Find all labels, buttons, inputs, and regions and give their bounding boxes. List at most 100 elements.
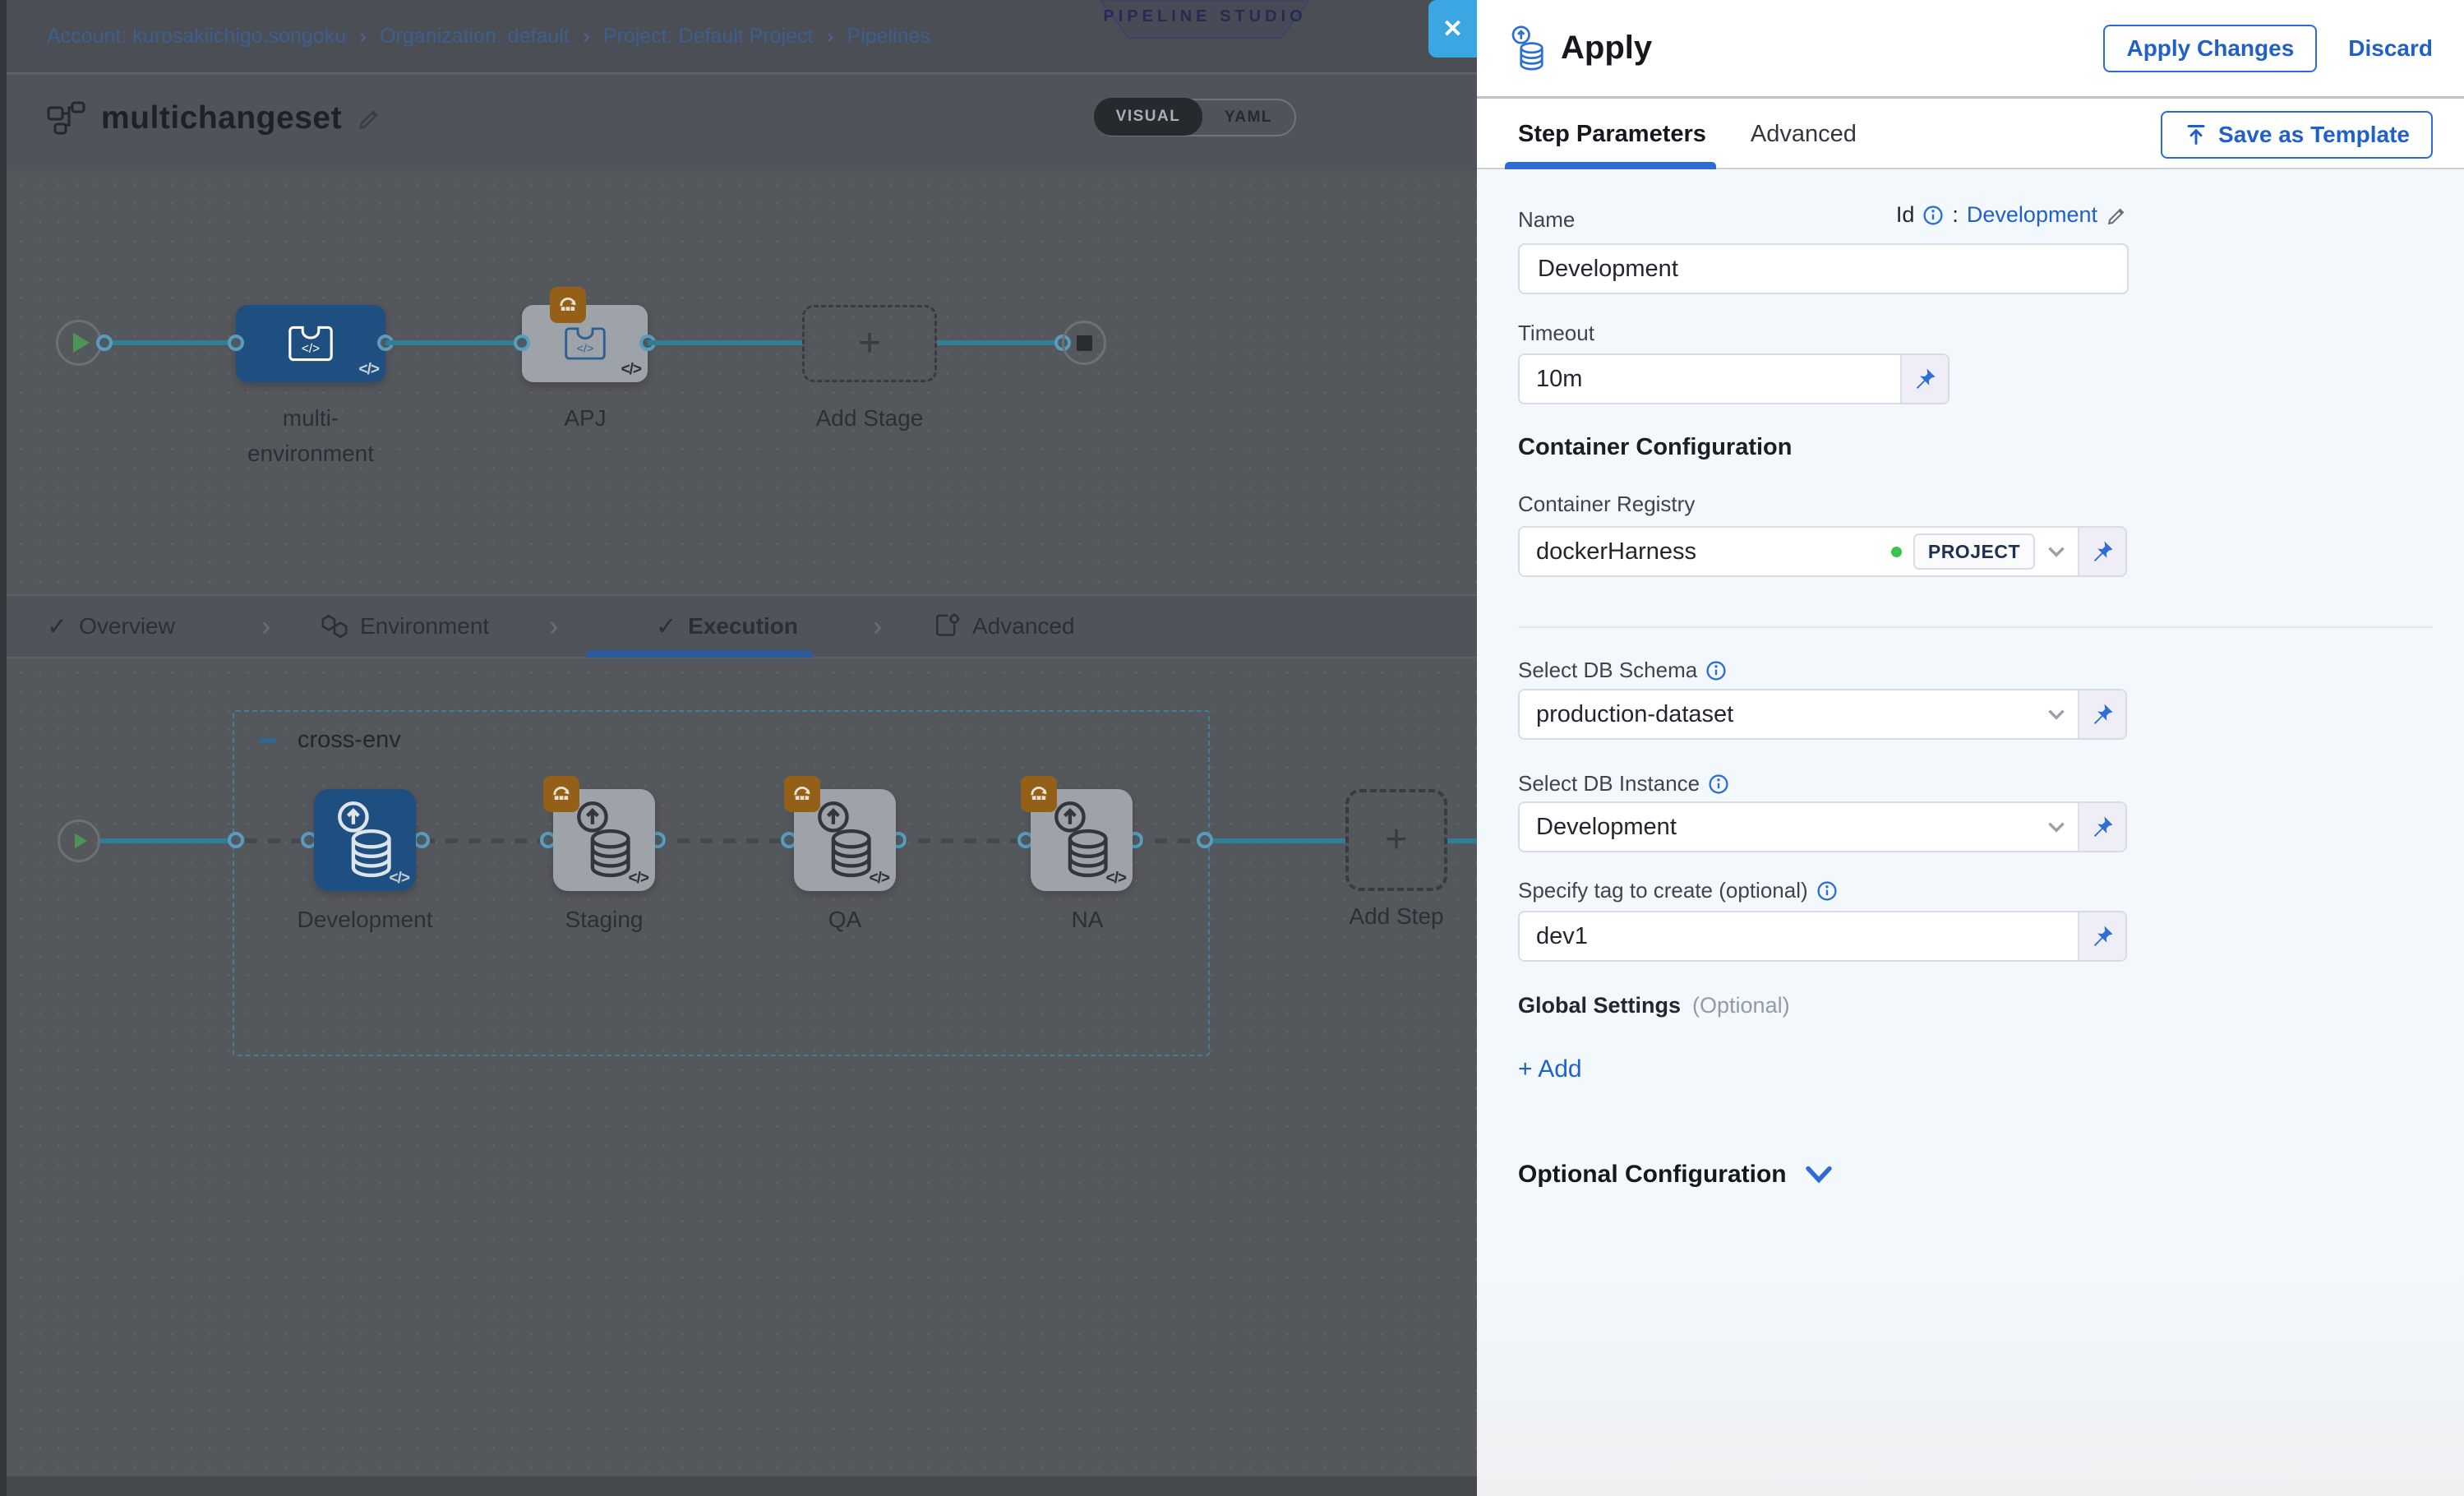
step-card-na[interactable]: </> bbox=[1031, 789, 1133, 891]
db-schema-chevron[interactable] bbox=[2035, 690, 2078, 738]
info-icon[interactable] bbox=[1922, 205, 1944, 226]
code-glyph: </> bbox=[1106, 870, 1126, 888]
connector-dashed bbox=[422, 838, 552, 843]
check-icon: ✓ bbox=[656, 612, 676, 641]
container-registry-label: Container Registry bbox=[1518, 492, 1695, 517]
stage-label: multi-environment bbox=[228, 400, 393, 472]
registry-chevron[interactable] bbox=[2035, 528, 2078, 575]
db-schema-value[interactable]: production-dataset bbox=[1520, 690, 2035, 738]
info-icon[interactable] bbox=[1705, 660, 1727, 681]
add-step-button[interactable]: + bbox=[1345, 789, 1447, 891]
breadcrumb-separator: › bbox=[359, 24, 367, 49]
connector bbox=[100, 838, 237, 843]
breadcrumb-pipelines[interactable]: Pipelines bbox=[847, 25, 930, 48]
rolling-deploy-badge-icon bbox=[550, 287, 586, 323]
info-icon[interactable] bbox=[1816, 880, 1838, 902]
pushpin-icon bbox=[2090, 702, 2115, 727]
step-card-staging[interactable]: </> bbox=[553, 789, 655, 891]
discard-button[interactable]: Discard bbox=[2348, 35, 2433, 62]
upload-icon bbox=[2184, 122, 2208, 147]
code-glyph: </> bbox=[870, 870, 889, 888]
timeout-pin-button[interactable] bbox=[1900, 355, 1948, 403]
collapse-icon[interactable] bbox=[259, 738, 276, 743]
step-label: Staging bbox=[489, 902, 719, 937]
tab-execution[interactable]: ✓Execution bbox=[656, 596, 798, 657]
tab-overview[interactable]: ✓Overview bbox=[47, 596, 175, 657]
execution-canvas[interactable]: cross-env bbox=[7, 658, 1477, 1476]
stage-canvas[interactable]: </> </> multi-environment </> </> bbox=[7, 170, 1477, 594]
db-schema-pin-button[interactable] bbox=[2078, 690, 2125, 738]
id-value[interactable]: Development bbox=[1967, 202, 2097, 228]
stage-card-apj[interactable]: </> </> bbox=[522, 305, 648, 382]
timeout-field: 10m bbox=[1518, 353, 1950, 404]
tab-environment[interactable]: Environment bbox=[321, 596, 489, 657]
tag-input[interactable]: dev1 bbox=[1520, 912, 2078, 960]
db-schema-label: Select DB Schema bbox=[1518, 658, 1727, 683]
connector bbox=[1210, 838, 1345, 843]
canvas-horizontal-scrollbar[interactable] bbox=[0, 1476, 1477, 1496]
step-id-row: Id : Development bbox=[1822, 202, 2129, 228]
name-input[interactable] bbox=[1518, 243, 2129, 294]
step-card-qa[interactable]: </> bbox=[794, 789, 896, 891]
add-stage-label: Add Stage bbox=[787, 400, 952, 436]
add-stage-button[interactable]: + bbox=[802, 305, 937, 382]
apply-step-icon bbox=[331, 800, 399, 880]
play-icon bbox=[75, 833, 87, 848]
db-instance-select: Development bbox=[1518, 801, 2127, 852]
drawer-tabs: Step Parameters Advanced Save as Templat… bbox=[1477, 101, 2464, 169]
active-tab-underline bbox=[1505, 162, 1716, 169]
connector-dot bbox=[228, 335, 244, 351]
visual-yaml-toggle[interactable]: VISUAL YAML bbox=[1094, 99, 1296, 136]
db-instance-label: Select DB Instance bbox=[1518, 771, 1729, 796]
db-instance-value[interactable]: Development bbox=[1520, 803, 2035, 851]
breadcrumb-project[interactable]: Project: Default Project bbox=[603, 25, 814, 48]
rollback-badge-icon bbox=[784, 776, 820, 812]
db-instance-pin-button[interactable] bbox=[2078, 803, 2125, 851]
container-configuration-heading: Container Configuration bbox=[1518, 434, 1792, 461]
container-registry-input[interactable]: dockerHarness bbox=[1520, 528, 1891, 575]
breadcrumb-account[interactable]: Account: kurosakiichigo.songoku bbox=[47, 25, 346, 48]
connector-dot bbox=[1197, 832, 1213, 848]
tab-step-parameters[interactable]: Step Parameters bbox=[1518, 121, 1706, 148]
code-glyph: </> bbox=[621, 361, 641, 379]
svg-text:</>: </> bbox=[576, 342, 593, 355]
connector-dot bbox=[228, 832, 244, 848]
db-schema-select: production-dataset bbox=[1518, 689, 2127, 740]
timeout-input[interactable]: 10m bbox=[1520, 355, 1900, 403]
close-drawer-button[interactable]: ✕ bbox=[1428, 0, 1477, 58]
left-edge-strip bbox=[0, 0, 7, 1496]
db-instance-chevron[interactable] bbox=[2035, 803, 2078, 851]
breadcrumb-separator: › bbox=[583, 24, 590, 49]
tab-step-advanced[interactable]: Advanced bbox=[1751, 121, 1857, 148]
apply-changes-button[interactable]: Apply Changes bbox=[2103, 25, 2317, 72]
stop-icon bbox=[1077, 335, 1092, 351]
pipeline-graph-icon bbox=[47, 101, 86, 136]
edit-id-icon[interactable] bbox=[2106, 204, 2129, 227]
step-label: QA bbox=[730, 902, 960, 937]
breadcrumb-org[interactable]: Organization: default bbox=[380, 25, 570, 48]
tab-advanced[interactable]: Advanced bbox=[933, 596, 1075, 657]
rollback-badge-icon bbox=[543, 776, 579, 812]
apply-step-icon bbox=[811, 800, 879, 880]
edit-pipeline-icon[interactable] bbox=[357, 105, 383, 132]
id-separator: : bbox=[1952, 202, 1959, 228]
tag-pin-button[interactable] bbox=[2078, 912, 2125, 960]
pipeline-studio-canvas-area: Account: kurosakiichigo.songoku › Organi… bbox=[0, 0, 1477, 1496]
save-as-template-button[interactable]: Save as Template bbox=[2161, 111, 2433, 159]
optional-configuration-toggle[interactable]: Optional Configuration bbox=[1518, 1161, 1833, 1189]
pipeline-end-node bbox=[1062, 321, 1106, 365]
pipeline-studio-app: Account: kurosakiichigo.songoku › Organi… bbox=[0, 0, 2464, 1496]
add-global-setting-link[interactable]: + Add bbox=[1518, 1055, 1582, 1083]
step-parameters-form: Name Id : Development Timeout 10m bbox=[1477, 169, 2464, 1496]
stage-card-multi-environment[interactable]: </> </> bbox=[236, 305, 385, 382]
step-card-development[interactable]: </> bbox=[314, 789, 416, 891]
step-config-drawer: Apply Apply Changes Discard Step Paramet… bbox=[1477, 0, 2464, 1496]
step-group-header[interactable]: cross-env bbox=[259, 727, 401, 754]
info-icon[interactable] bbox=[1708, 773, 1729, 795]
toggle-yaml[interactable]: YAML bbox=[1202, 109, 1294, 127]
registry-pin-button[interactable] bbox=[2078, 528, 2125, 575]
toggle-visual[interactable]: VISUAL bbox=[1094, 98, 1202, 136]
pushpin-icon bbox=[2090, 539, 2115, 564]
apply-step-icon bbox=[1508, 23, 1548, 74]
stage-tabbar: ✓Overview › Environment › ✓Execution › bbox=[0, 594, 1477, 658]
